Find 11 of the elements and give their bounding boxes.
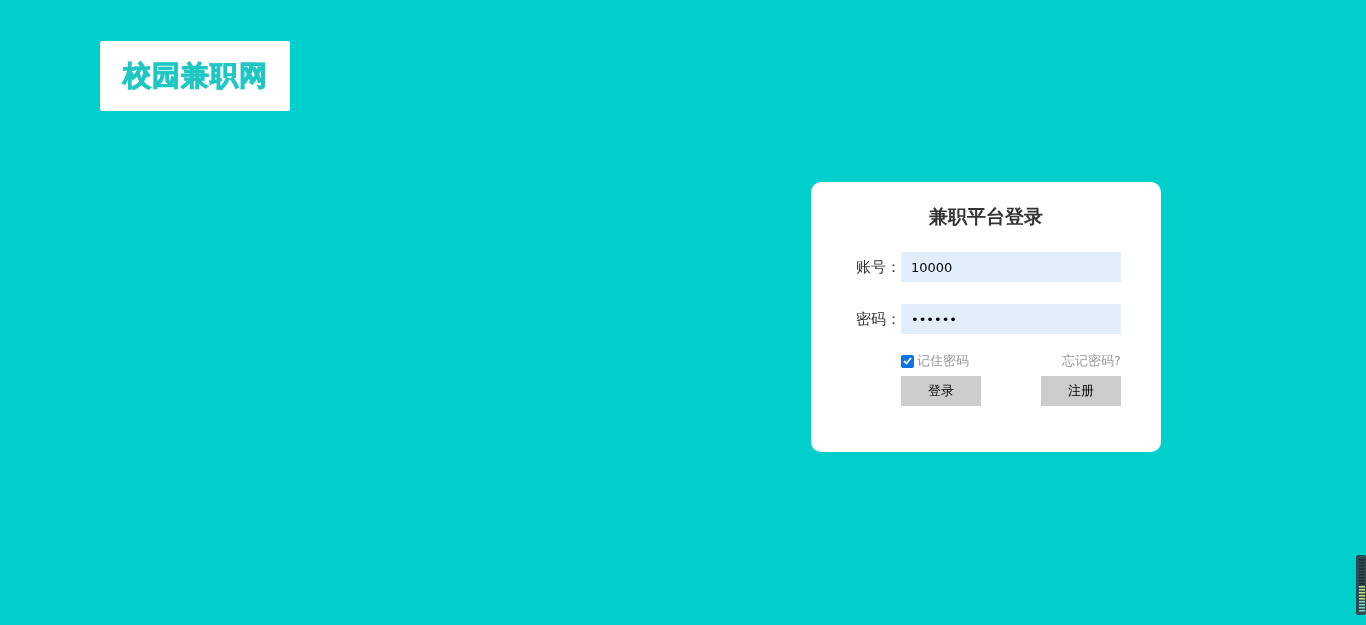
field-label: 密码：: [855, 309, 901, 329]
level-meter-icon: [1356, 555, 1366, 615]
login-title: 兼职平台登录: [928, 204, 1044, 229]
field-label: 账号：: [855, 257, 901, 277]
input-field[interactable]: 10000: [901, 252, 1121, 282]
checkbox[interactable]: [901, 354, 914, 368]
register-button[interactable]: 注册: [1041, 376, 1121, 406]
remember-label: 记住密码: [917, 352, 969, 370]
input-field[interactable]: ••••••: [901, 304, 1121, 334]
login-button[interactable]: 登录: [901, 376, 981, 406]
logo-text: 校园兼职网: [122, 58, 268, 94]
